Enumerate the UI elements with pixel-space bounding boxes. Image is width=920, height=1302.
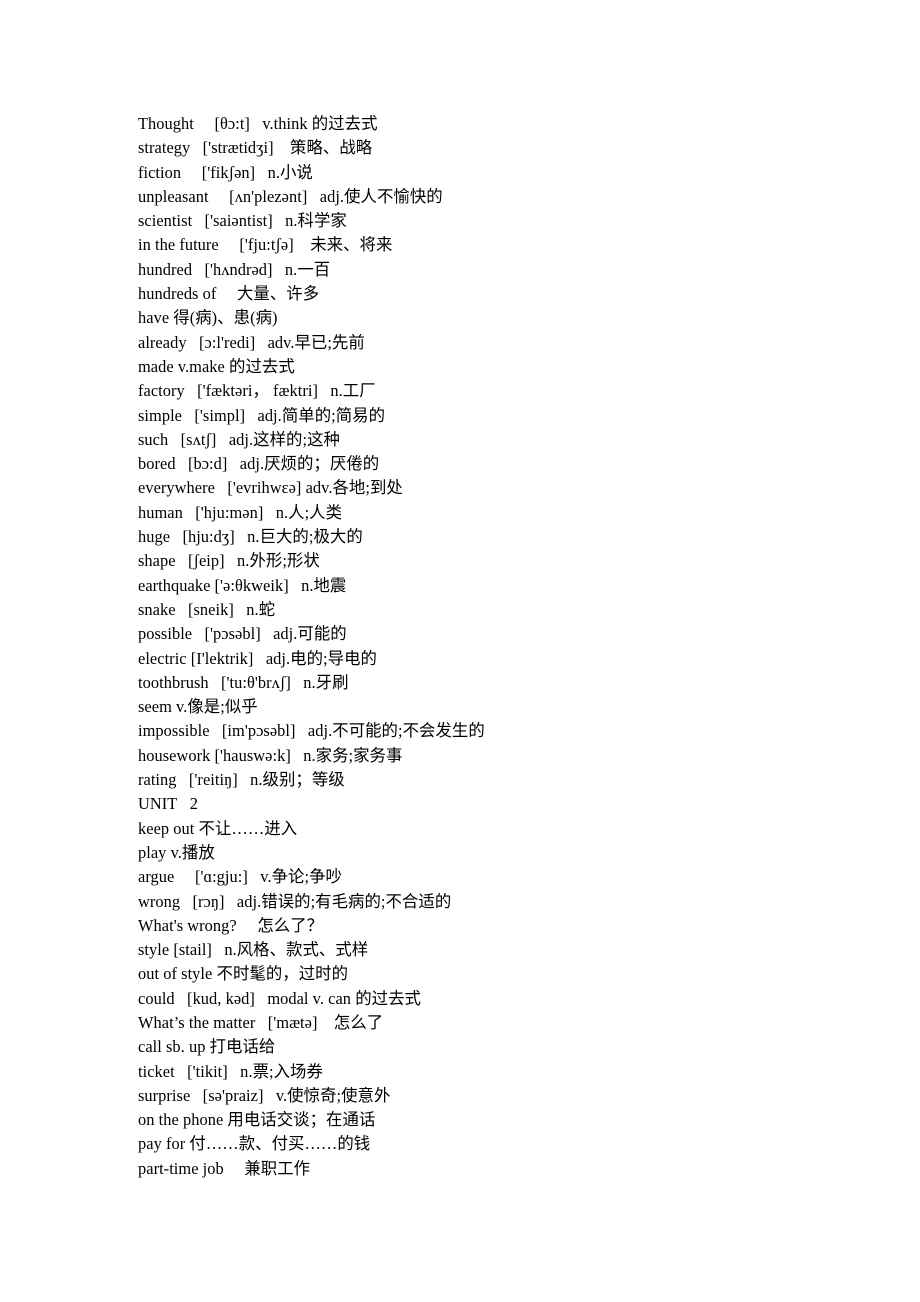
vocabulary-entry: ticket ['tikit] n.票;入场券 [138, 1061, 323, 1081]
vocabulary-entry: scientist ['saiəntist] n.科学家 [138, 211, 347, 231]
vocabulary-entry: argue ['ɑ:gju:] v.争论;争吵 [138, 867, 342, 887]
document-page: Thought [θɔ:t] v.think 的过去式 strategy ['st… [0, 0, 920, 1302]
vocabulary-entry: in the future ['fju:tʃə] 未来、将来 [138, 235, 393, 255]
vocabulary-entry: housework ['hauswə:k] n.家务;家务事 [138, 745, 403, 765]
vocabulary-word-list: Thought [θɔ:t] v.think 的过去式 strategy ['st… [138, 112, 878, 1181]
vocabulary-entry: earthquake ['ə:θkweik] n.地震 [138, 575, 347, 595]
vocabulary-entry: could [kud, kəd] modal v. can 的过去式 [138, 988, 421, 1008]
vocabulary-entry: What's wrong? 怎么了？ [138, 915, 324, 935]
vocabulary-entry: What’s the matter ['mætə] 怎么了 [138, 1012, 384, 1032]
vocabulary-entry: keep out 不让……进入 [138, 818, 298, 838]
vocabulary-entry: call sb. up 打电话给 [138, 1037, 276, 1057]
vocabulary-entry: play v.播放 [138, 842, 215, 862]
vocabulary-entry: wrong [rɔŋ] adj.错误的;有毛病的;不合适的 [138, 891, 452, 911]
vocabulary-entry: have 得(病)、患(病) [138, 308, 278, 328]
vocabulary-entry: surprise [sə'praiz] v.使惊奇;使意外 [138, 1085, 391, 1105]
vocabulary-entry: bored [bɔ:d] adj.厌烦的；厌倦的 [138, 454, 380, 474]
vocabulary-entry: toothbrush ['tu:θ'brʌʃ] n.牙刷 [138, 672, 349, 692]
vocabulary-entry: strategy ['strætidʒi] 策略、战略 [138, 138, 373, 158]
vocabulary-entry: part-time job 兼职工作 [138, 1158, 311, 1178]
vocabulary-entry: hundreds of 大量、许多 [138, 284, 320, 304]
vocabulary-entry: style [stail] n.风格、款式、式样 [138, 940, 369, 960]
vocabulary-entry: impossible [im'pɔsəbl] adj.不可能的;不会发生的 [138, 721, 485, 741]
vocabulary-entry: simple ['simpl] adj.简单的;简易的 [138, 405, 386, 425]
vocabulary-entry: made v.make 的过去式 [138, 356, 295, 376]
vocabulary-entry: human ['hju:mən] n.人;人类 [138, 502, 343, 522]
vocabulary-entry: already [ɔ:l'redi] adv.早已;先前 [138, 332, 365, 352]
vocabulary-entry: out of style 不时髦的，过时的 [138, 964, 349, 984]
vocabulary-entry: hundred ['hʌndrəd] n.一百 [138, 259, 331, 279]
vocabulary-entry: such [sʌtʃ] adj.这样的;这种 [138, 429, 340, 449]
vocabulary-entry: pay for 付……款、付买……的钱 [138, 1134, 371, 1154]
vocabulary-entry: fiction ['fikʃən] n.小说 [138, 162, 313, 182]
vocabulary-entry: UNIT 2 [138, 794, 198, 814]
vocabulary-entry: unpleasant [ʌn'plezənt] adj.使人不愉快的 [138, 186, 443, 206]
vocabulary-entry: snake [sneik] n.蛇 [138, 599, 276, 619]
vocabulary-entry: shape [ʃeip] n.外形;形状 [138, 551, 320, 571]
vocabulary-entry: electric [I'lektrik] adj.电的;导电的 [138, 648, 377, 668]
vocabulary-entry: factory ['fæktəri， fæktri] n.工厂 [138, 381, 376, 401]
vocabulary-entry: rating ['reitiŋ] n.级别；等级 [138, 770, 345, 790]
vocabulary-entry: everywhere ['evrihwεə] adv.各地;到处 [138, 478, 403, 498]
vocabulary-entry: possible ['pɔsəbl] adj.可能的 [138, 624, 347, 644]
vocabulary-entry: seem v.像是;似乎 [138, 697, 258, 717]
vocabulary-entry: Thought [θɔ:t] v.think 的过去式 [138, 114, 378, 133]
vocabulary-entry: on the phone 用电话交谈；在通话 [138, 1110, 376, 1130]
vocabulary-entry: huge [hju:dʒ] n.巨大的;极大的 [138, 527, 363, 547]
